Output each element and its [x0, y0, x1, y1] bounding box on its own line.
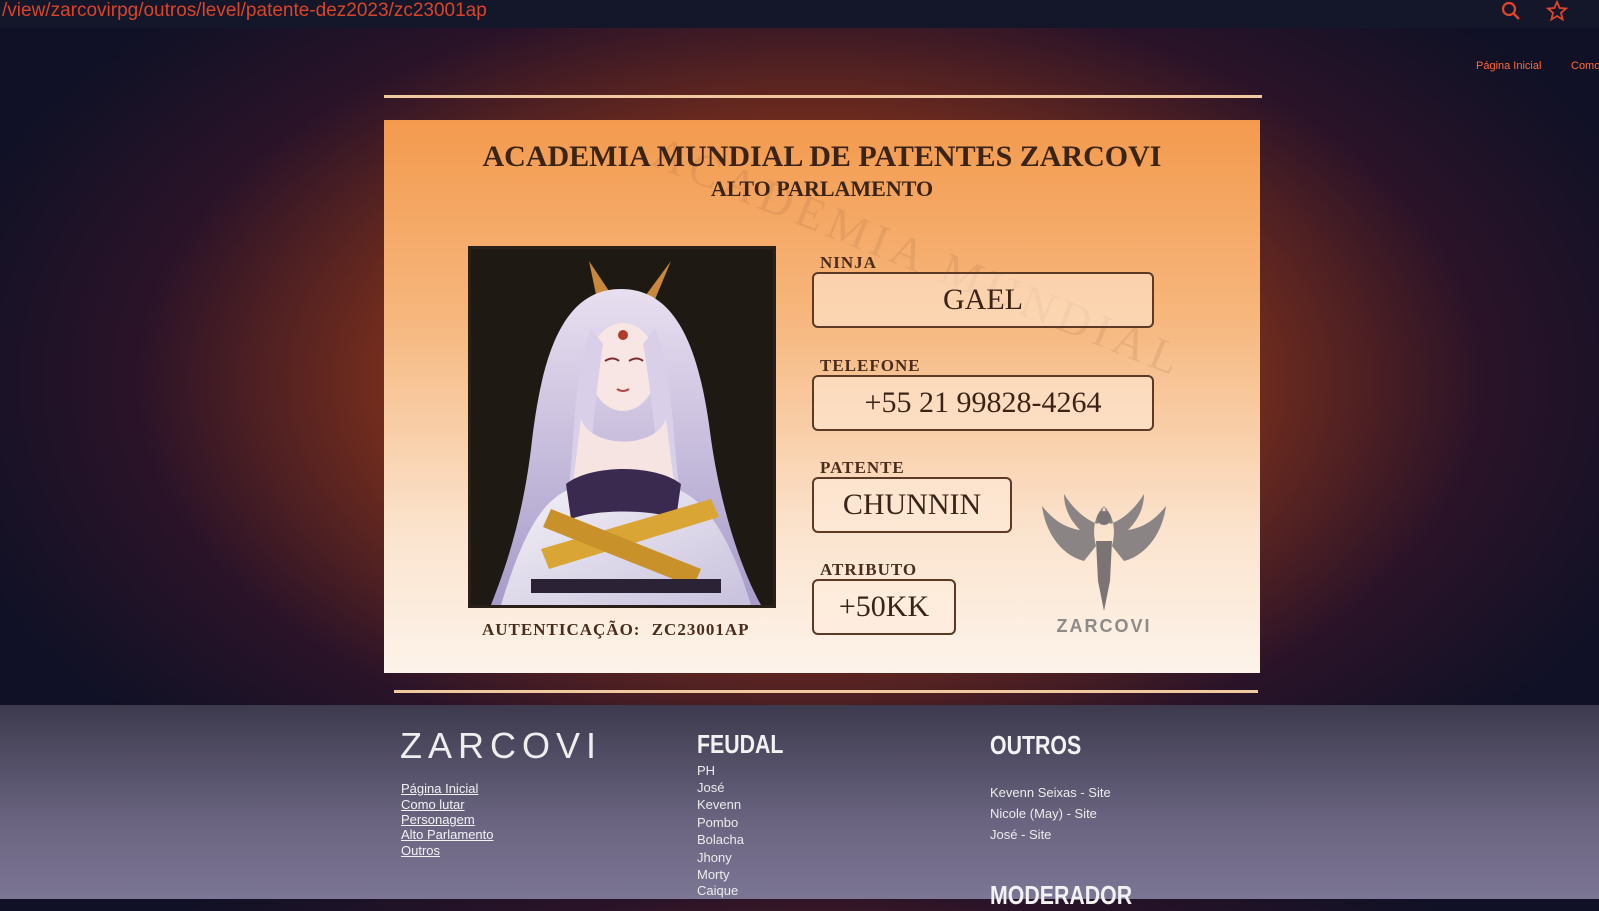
footer-link-personagem[interactable]: Personagem	[401, 812, 475, 827]
phoenix-icon	[1042, 494, 1166, 611]
patent-certificate-card: ACADEMIA MUNDIAL ACADEMIA MUNDIAL DE PAT…	[384, 120, 1260, 673]
ninja-field: GAEL	[812, 272, 1154, 328]
telefone-field: +55 21 99828-4264	[812, 375, 1154, 431]
authentication-line: AUTENTICAÇÃO: ZC23001AP	[482, 620, 750, 640]
topnav-home-link[interactable]: Página Inicial	[1476, 60, 1541, 72]
card-title: ACADEMIA MUNDIAL DE PATENTES ZARCOVI	[482, 140, 1162, 173]
moderador-title: MODERADOR	[990, 880, 1133, 910]
atributo-field: +50KK	[812, 579, 956, 635]
ninja-label: NINJA	[820, 253, 877, 272]
browser-url-bar[interactable]: /view/zarcovirpg/outros/level/patente-de…	[0, 0, 1599, 28]
outros-item[interactable]: Kevenn Seixas - Site	[990, 785, 1111, 800]
feudal-item[interactable]: Jhony	[697, 850, 732, 865]
patente-label: PATENTE	[820, 458, 905, 477]
magnifier-icon[interactable]	[1500, 0, 1522, 28]
atributo-label: ATRIBUTO	[820, 560, 918, 579]
feudal-item[interactable]: PH	[697, 763, 715, 778]
url-text[interactable]: /view/zarcovirpg/outros/level/patente-de…	[2, 0, 487, 22]
card-subtitle: ALTO PARLAMENTO	[710, 176, 934, 201]
outros-item[interactable]: José - Site	[990, 827, 1051, 842]
feudal-item[interactable]: José	[697, 780, 724, 795]
ninja-value: GAEL	[943, 283, 1023, 316]
patente-field: CHUNNIN	[812, 477, 1012, 533]
telefone-value: +55 21 99828-4264	[864, 386, 1102, 419]
topnav-como-link[interactable]: Como	[1571, 60, 1599, 72]
outros-title: OUTROS	[990, 730, 1082, 760]
feudal-item[interactable]: Caique	[697, 883, 738, 898]
atributo-value: +50KK	[838, 590, 930, 623]
outros-item[interactable]: Nicole (May) - Site	[990, 806, 1097, 821]
auth-code: ZC23001AP	[651, 620, 750, 639]
footer-brand: ZARCOVI	[400, 725, 603, 766]
feudal-item[interactable]: Kevenn	[697, 797, 741, 812]
bottom-divider	[394, 690, 1258, 693]
feudal-title: FEUDAL	[697, 729, 784, 759]
telefone-label: TELEFONE	[820, 356, 921, 375]
logo-text: ZARCOVI	[1056, 616, 1152, 636]
zarcovi-logo: ZARCOVI	[1034, 486, 1174, 646]
feudal-item[interactable]: Bolacha	[697, 832, 744, 847]
star-icon[interactable]	[1545, 0, 1569, 28]
patente-value: CHUNNIN	[842, 488, 982, 521]
footer-link-como-lutar[interactable]: Como lutar	[401, 797, 465, 812]
feudal-item[interactable]: Morty	[697, 867, 730, 882]
footer-link-home[interactable]: Página Inicial	[401, 781, 478, 796]
site-footer	[0, 705, 1599, 899]
auth-label: AUTENTICAÇÃO:	[482, 620, 641, 639]
footer-link-outros[interactable]: Outros	[401, 843, 440, 858]
character-portrait	[468, 246, 776, 608]
feudal-item[interactable]: Pombo	[697, 815, 738, 830]
top-divider	[384, 95, 1262, 98]
footer-link-alto-parlamento[interactable]: Alto Parlamento	[401, 827, 494, 842]
